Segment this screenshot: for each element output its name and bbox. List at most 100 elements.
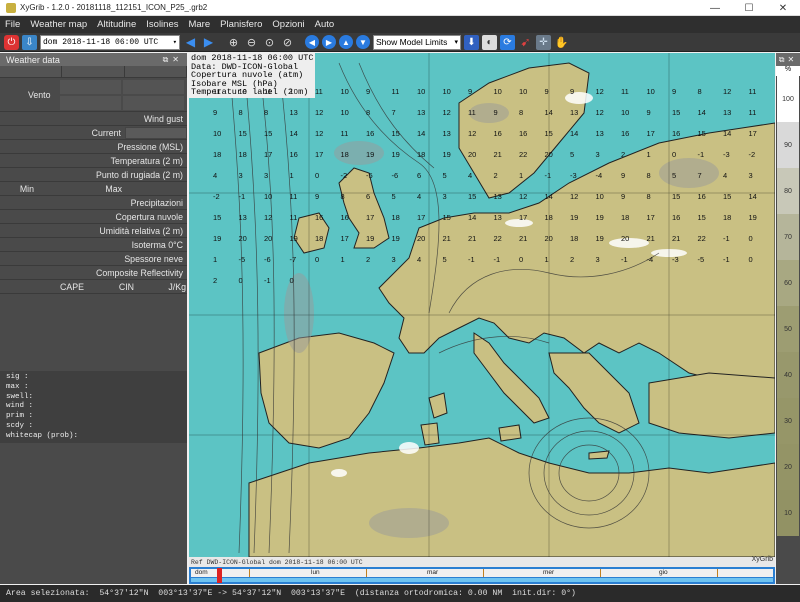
temperature-label: 1 xyxy=(544,255,549,264)
menu-mare[interactable]: Mare xyxy=(183,19,215,30)
temperature-label: 11 xyxy=(264,87,272,96)
zoom-fit-icon[interactable]: ⊘ xyxy=(280,35,295,50)
zoom-area-icon[interactable]: ⊙ xyxy=(262,35,277,50)
temperature-label: 12 xyxy=(442,108,451,117)
time-slider-bar[interactable] xyxy=(191,578,773,582)
menu-planisfero[interactable]: Planisfero xyxy=(215,19,267,30)
temperature-label: 12 xyxy=(264,213,273,222)
row-label: Precipitazioni xyxy=(130,197,183,208)
temperature-label: 19 xyxy=(748,213,757,222)
wind-label: Vento xyxy=(28,90,51,100)
menu-auto[interactable]: Auto xyxy=(310,19,340,30)
previous-time-icon[interactable]: ◀ xyxy=(183,35,198,50)
power-icon[interactable]: ⏻ xyxy=(4,34,19,50)
temperature-label: 17 xyxy=(748,129,757,138)
temperature-label: 15 xyxy=(391,129,400,138)
pan-right-icon[interactable]: ▶ xyxy=(322,35,336,49)
panel-controls[interactable]: ⧉✕ xyxy=(163,55,183,65)
date-select[interactable]: dom 2018-11-18 06:00 UTC ▾ xyxy=(40,34,180,50)
temperature-label: 20 xyxy=(544,234,553,243)
temperature-label: 18 xyxy=(213,150,222,159)
temperature-label: 18 xyxy=(391,213,400,222)
menu-opzioni[interactable]: Opzioni xyxy=(267,19,309,30)
temperature-label: 18 xyxy=(544,213,553,222)
temperature-label: 4 xyxy=(417,255,422,264)
temperature-label: 9 xyxy=(366,87,371,96)
chevron-down-icon: ▾ xyxy=(172,38,177,47)
row-humidity: Umidità relativa (2 m) xyxy=(0,224,187,238)
open-file-icon[interactable]: ⇩ xyxy=(22,34,37,50)
temperature-label: 13 xyxy=(289,108,298,117)
temperature-label: 12 xyxy=(468,129,477,138)
temperature-label: 20 xyxy=(238,234,247,243)
map-reference-text: Ref DWD-ICON-Global dom 2018-11-18 06:00… xyxy=(191,558,363,566)
colorbar-step: 80 xyxy=(777,168,799,214)
temperature-label: 8 xyxy=(366,108,371,117)
temperature-label: 5 xyxy=(442,171,447,180)
next-time-icon[interactable]: ▶ xyxy=(201,35,216,50)
download-grib-icon[interactable]: ⬇ xyxy=(464,34,479,50)
zoom-out-icon[interactable]: ⊖ xyxy=(244,35,259,50)
menu-isolines[interactable]: Isolines xyxy=(141,19,183,30)
date-select-value: dom 2018-11-18 06:00 UTC xyxy=(43,37,159,47)
temperature-label: 15 xyxy=(238,129,247,138)
status-text: Area selezionata: 54°37'12"N 003°13'37"E… xyxy=(6,589,576,598)
temperature-label: 11 xyxy=(289,192,298,201)
row-label: Umidità relativa (2 m) xyxy=(99,225,183,236)
temperature-label: 12 xyxy=(315,129,324,138)
weather-map[interactable]: dom 2018-11-18 06:00 UTC Data: DWD-ICON-… xyxy=(189,53,775,567)
menu-weather-map[interactable]: Weather map xyxy=(25,19,92,30)
close-button[interactable]: ✕ xyxy=(766,0,800,16)
row-label: Wind gust xyxy=(143,113,183,124)
temperature-label: 10 xyxy=(646,87,655,96)
temperature-label: 13 xyxy=(570,108,579,117)
globe-icon[interactable]: ◐ xyxy=(482,34,497,50)
day-tick xyxy=(483,569,484,577)
temperature-label: 3 xyxy=(595,150,600,159)
colorbar-header[interactable]: ⧉✕ xyxy=(776,53,800,66)
temperature-label: -5 xyxy=(238,255,246,264)
model-select[interactable]: Show Model Limits ▾ xyxy=(373,34,461,50)
menu-file[interactable]: File xyxy=(0,19,25,30)
temperature-label: -1 xyxy=(238,192,246,201)
day-tick xyxy=(366,569,367,577)
temperature-label: 13 xyxy=(238,213,247,222)
crosshair-icon[interactable]: ✛ xyxy=(536,34,551,50)
hand-pan-icon[interactable]: ✋ xyxy=(554,35,569,50)
time-slider[interactable]: dom lun mar mer gio xyxy=(189,567,775,584)
temperature-label: 13 xyxy=(442,129,451,138)
temperature-label: 19 xyxy=(391,234,400,243)
max-label: Max xyxy=(105,183,122,194)
refresh-icon[interactable]: ⟳ xyxy=(500,34,515,50)
pan-up-icon[interactable]: ▲ xyxy=(339,35,353,49)
temperature-label: 19 xyxy=(366,234,375,243)
temperature-label: 17 xyxy=(646,129,655,138)
temperature-label: 21 xyxy=(468,234,477,243)
temperature-label: 6 xyxy=(417,171,422,180)
temperature-label: 3 xyxy=(595,255,600,264)
map-canvas[interactable] xyxy=(189,53,775,557)
temperature-label: 10 xyxy=(595,192,604,201)
temperature-label: 19 xyxy=(289,234,298,243)
time-slider-handle[interactable] xyxy=(217,568,222,583)
model-select-value: Show Model Limits xyxy=(376,37,448,47)
minimize-button[interactable]: — xyxy=(698,0,732,16)
row-label: Spessore neve xyxy=(124,253,183,264)
wave-info: sig : max : swell: wind : prim : scdy : … xyxy=(0,371,187,443)
temperature-label: 20 xyxy=(621,234,630,243)
pan-down-icon[interactable]: ▼ xyxy=(356,35,370,49)
temperature-label: 17 xyxy=(519,213,528,222)
rocket-icon[interactable]: ➹ xyxy=(518,35,533,50)
menu-altitudine[interactable]: Altitudine xyxy=(92,19,141,30)
temperature-label: 18 xyxy=(621,213,630,222)
temperature-label: 16 xyxy=(315,213,324,222)
pan-left-icon[interactable]: ◀ xyxy=(305,35,319,49)
temperature-label: 18 xyxy=(570,234,579,243)
temperature-label: 11 xyxy=(468,108,476,117)
maximize-button[interactable]: ☐ xyxy=(732,0,766,16)
zoom-in-icon[interactable]: ⊕ xyxy=(226,35,241,50)
temperature-label: 21 xyxy=(672,234,681,243)
temperature-label: 16 xyxy=(289,150,298,159)
time-slider-track[interactable]: dom lun mar mer gio xyxy=(191,569,773,577)
temperature-label: 17 xyxy=(417,213,426,222)
